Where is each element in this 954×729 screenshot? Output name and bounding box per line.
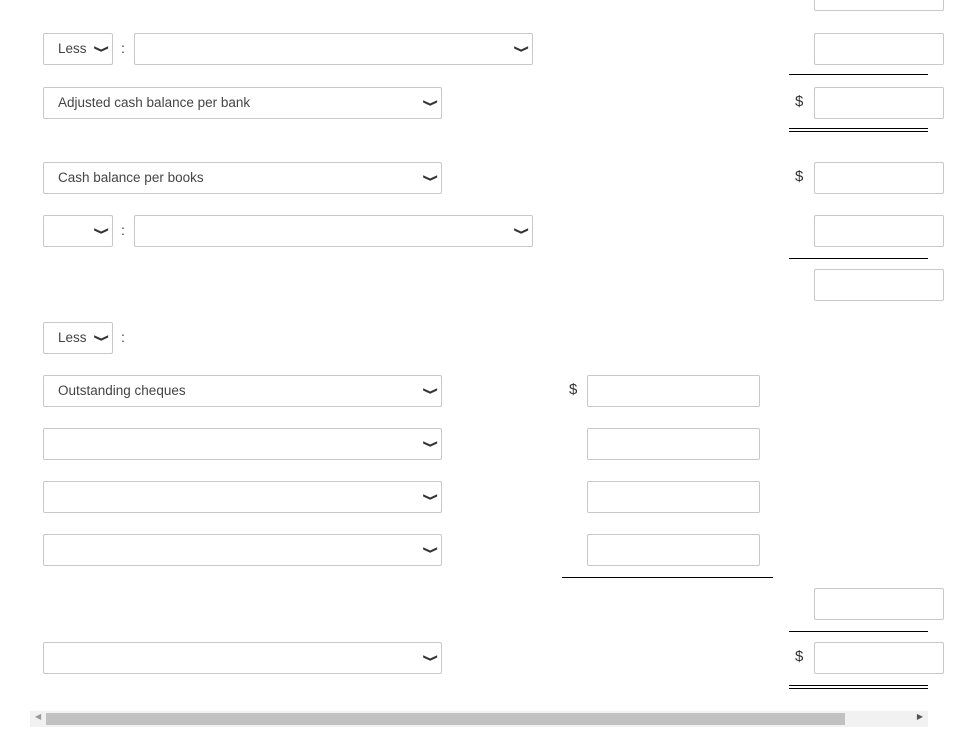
scrollbar-thumb[interactable] [46, 713, 845, 725]
adjusted-bank-select[interactable]: Adjusted cash balance per bank ❯ [43, 87, 442, 119]
chevron-down-icon: ❯ [421, 492, 438, 502]
scroll-right-icon[interactable]: ▶ [917, 712, 923, 721]
subtotal-line [562, 577, 773, 578]
item-select[interactable]: ❯ [134, 33, 533, 65]
subtotal-line [789, 258, 928, 259]
colon: : [121, 329, 125, 345]
type-select-less[interactable]: Less ❯ [43, 322, 113, 354]
final-select[interactable]: ❯ [43, 642, 442, 674]
chevron-down-icon: ❯ [512, 226, 529, 236]
subtotal-line [789, 74, 928, 75]
chevron-down-icon: ❯ [421, 653, 438, 663]
amount-input[interactable] [587, 428, 760, 460]
colon: : [121, 222, 125, 238]
books-select[interactable]: Cash balance per books ❯ [43, 162, 442, 194]
amount-input[interactable] [587, 534, 760, 566]
total-double-line [789, 685, 928, 689]
chevron-down-icon: ❯ [421, 98, 438, 108]
chevron-down-icon: ❯ [421, 173, 438, 183]
chevron-down-icon: ❯ [512, 44, 529, 54]
dollar-sign: $ [569, 381, 578, 398]
books-amount-input[interactable] [814, 162, 944, 194]
amount-input[interactable] [587, 481, 760, 513]
chevron-down-icon: ❯ [421, 439, 438, 449]
item-select[interactable]: ❯ [134, 215, 533, 247]
subtotal-line [789, 631, 928, 632]
dollar-sign: $ [795, 168, 804, 185]
outstanding-select[interactable]: Outstanding cheques ❯ [43, 375, 442, 407]
colon: : [121, 40, 125, 56]
final-amount-input[interactable] [814, 642, 944, 674]
chevron-down-icon: ❯ [92, 333, 109, 343]
dollar-sign: $ [795, 93, 804, 110]
amount-input[interactable] [814, 33, 944, 65]
chevron-down-icon: ❯ [92, 226, 109, 236]
horizontal-scrollbar[interactable]: ◀ ▶ [30, 711, 928, 727]
outstanding-amount-input[interactable] [587, 375, 760, 407]
amount-input-top[interactable] [814, 0, 944, 11]
chevron-down-icon: ❯ [92, 44, 109, 54]
amount-input[interactable] [814, 215, 944, 247]
item-select[interactable]: ❯ [43, 534, 442, 566]
chevron-down-icon: ❯ [421, 386, 438, 396]
subtotal-input[interactable] [814, 588, 944, 620]
adjusted-bank-amount-input[interactable] [814, 87, 944, 119]
chevron-down-icon: ❯ [421, 545, 438, 555]
type-select-less[interactable]: Less ❯ [43, 33, 113, 65]
item-select[interactable]: ❯ [43, 428, 442, 460]
subtotal-input[interactable] [814, 269, 944, 301]
dollar-sign: $ [795, 648, 804, 665]
scroll-left-icon[interactable]: ◀ [35, 712, 41, 721]
total-double-line [789, 128, 928, 132]
item-select[interactable]: ❯ [43, 481, 442, 513]
type-select[interactable]: ❯ [43, 215, 113, 247]
